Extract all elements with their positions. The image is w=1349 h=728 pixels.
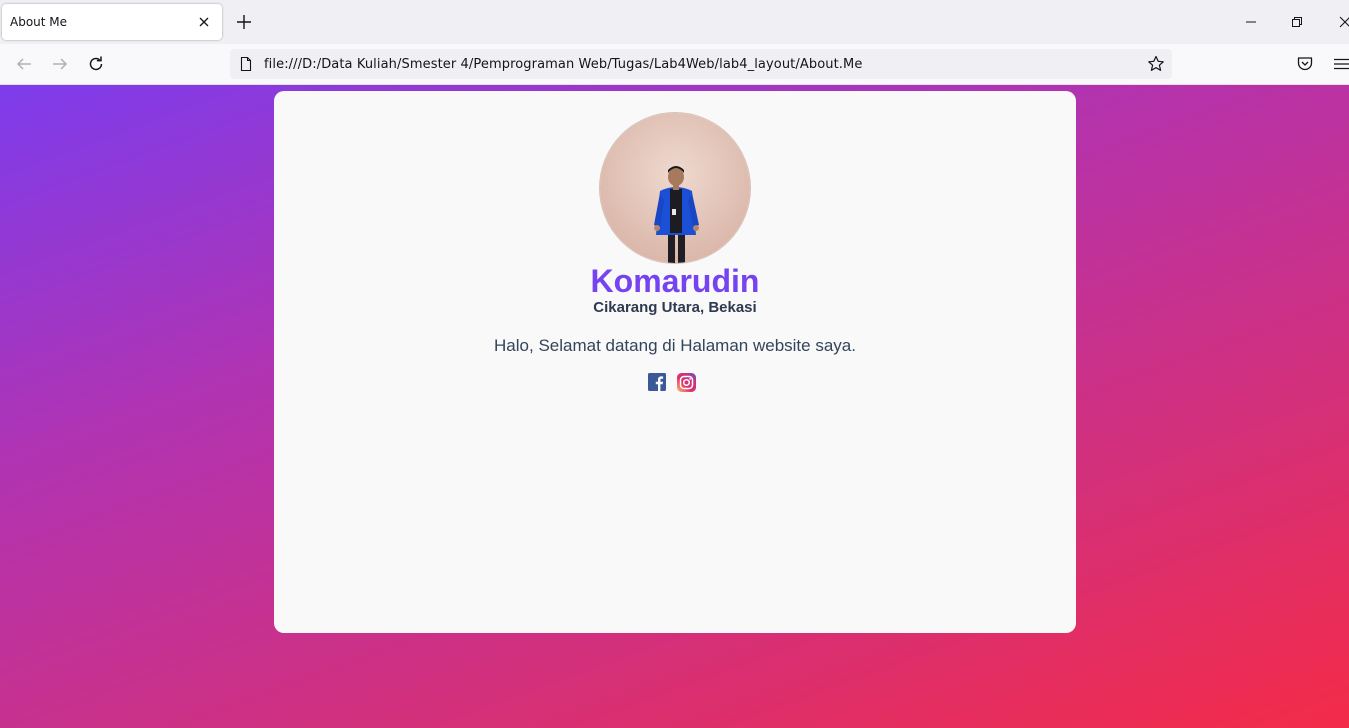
profile-location: Cikarang Utara, Bekasi — [593, 299, 757, 316]
tab-close-icon[interactable] — [194, 12, 214, 32]
forward-arrow-icon[interactable] — [48, 52, 72, 76]
profile-card: Komarudin Cikarang Utara, Bekasi Halo, S… — [274, 91, 1076, 633]
bookmark-star-icon[interactable] — [1146, 54, 1166, 74]
page-icon — [238, 56, 254, 72]
profile-name: Komarudin — [590, 263, 760, 299]
tab-strip: About Me — [0, 0, 1349, 44]
nav-bar: file:///D:/Data Kuliah/Smester 4/Pemprog… — [0, 44, 1349, 85]
social-links — [648, 373, 708, 393]
page-viewport: Komarudin Cikarang Utara, Bekasi Halo, S… — [0, 85, 1349, 728]
reload-icon[interactable] — [84, 52, 108, 76]
greeting-text: Halo, Selamat datang di Halaman website … — [494, 336, 856, 355]
back-arrow-icon[interactable] — [12, 52, 36, 76]
minimize-icon[interactable] — [1239, 10, 1263, 34]
url-text[interactable]: file:///D:/Data Kuliah/Smester 4/Pemprog… — [264, 57, 862, 72]
avatar — [599, 112, 751, 264]
address-bar[interactable]: file:///D:/Data Kuliah/Smester 4/Pemprog… — [230, 49, 1172, 79]
window-close-icon[interactable] — [1331, 10, 1349, 34]
tab-title: About Me — [10, 15, 68, 29]
facebook-icon[interactable] — [648, 373, 666, 391]
tab-about-me[interactable]: About Me — [2, 4, 222, 40]
new-tab-icon[interactable] — [233, 11, 255, 33]
instagram-icon[interactable] — [677, 373, 696, 392]
pocket-icon[interactable] — [1295, 54, 1315, 74]
hamburger-menu-icon[interactable] — [1332, 54, 1349, 74]
restore-icon[interactable] — [1285, 10, 1309, 34]
